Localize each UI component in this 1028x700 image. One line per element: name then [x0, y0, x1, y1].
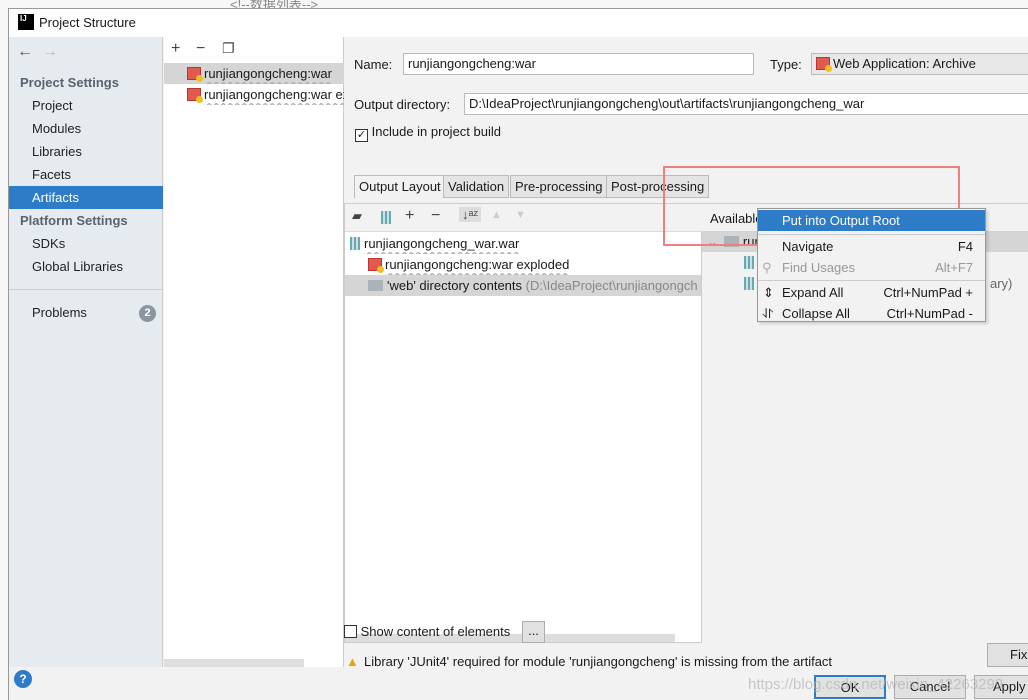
menu-item-find-usages[interactable]: ⚲ Find Usages Alt+F7 — [758, 257, 985, 278]
menu-item-put-into-output-root[interactable]: Put into Output Root — [758, 210, 985, 231]
tab-pre-processing[interactable]: Pre-processing — [510, 175, 608, 198]
menu-item-expand-all[interactable]: ⇕ Expand All Ctrl+NumPad + — [758, 282, 985, 303]
project-settings-header: Project Settings — [20, 75, 119, 90]
war-artifact-icon — [187, 67, 203, 82]
show-content-options-button[interactable]: ... — [522, 621, 545, 643]
problems-count-badge: 2 — [139, 305, 156, 322]
artifact-list: + − ❐ runjiangongcheng:war runjiangongch… — [164, 37, 344, 667]
remove-icon[interactable]: − — [431, 207, 440, 225]
name-label: Name: — [354, 57, 393, 72]
war-artifact-icon — [368, 258, 384, 273]
show-content-checkbox[interactable]: Show content of elements — [344, 624, 510, 639]
expand-all-icon: ⇕ — [763, 285, 774, 300]
artifact-item[interactable]: runjiangongcheng:war — [164, 63, 344, 84]
checkbox-unchecked-icon — [344, 625, 357, 638]
folder-icon — [368, 280, 383, 291]
collapse-all-icon: ⥯ — [763, 306, 773, 321]
problems-label: Problems — [32, 305, 87, 320]
tree-item[interactable]: runjiangongcheng_war.war — [345, 233, 701, 254]
artifact-item[interactable]: runjiangongcheng:war exploded — [164, 84, 344, 105]
project-structure-dialog: IJ Project Structure ← → Project Setting… — [8, 8, 1028, 700]
menu-item-collapse-all[interactable]: ⥯ Collapse All Ctrl+NumPad - — [758, 303, 985, 324]
help-button[interactable]: ? — [14, 670, 32, 688]
title-bar: IJ Project Structure — [9, 9, 1028, 37]
sidebar-item-global-libraries[interactable]: Global Libraries — [9, 255, 163, 278]
tab-output-layout[interactable]: Output Layout — [354, 175, 446, 198]
tree-item[interactable]: runjiangongcheng:war exploded — [345, 254, 701, 275]
archive-icon — [350, 237, 360, 250]
context-menu: Put into Output Root Navigate F4 ⚲ Find Us… — [757, 208, 986, 322]
include-in-build-checkbox[interactable]: ✓ Include in project build — [355, 124, 501, 142]
fix-button[interactable]: Fix... — [987, 643, 1028, 667]
output-directory-input[interactable]: D:\IdeaProject\runjiangongcheng\out\arti… — [464, 93, 1028, 115]
platform-settings-header: Platform Settings — [20, 213, 128, 228]
add-icon[interactable]: + — [171, 40, 180, 58]
sidebar: ← → Project Settings Project Modules Lib… — [9, 37, 163, 667]
create-archive-icon[interactable] — [381, 211, 391, 224]
war-artifact-icon — [816, 57, 832, 72]
horizontal-scrollbar[interactable] — [164, 659, 304, 667]
sidebar-item-facets[interactable]: Facets — [9, 163, 163, 186]
sidebar-item-modules[interactable]: Modules — [9, 117, 163, 140]
checkbox-checked-icon: ✓ — [355, 129, 368, 142]
move-up-icon[interactable]: ▲ — [491, 209, 502, 221]
war-artifact-icon — [187, 88, 203, 103]
output-directory-label: Output directory: — [354, 97, 451, 112]
tab-post-processing[interactable]: Post-processing — [606, 175, 710, 198]
sidebar-item-artifacts[interactable]: Artifacts — [9, 186, 163, 209]
warning-message: Library 'JUnit4' required for module 'ru… — [364, 654, 833, 669]
chevron-down-icon: ⌄ — [707, 234, 718, 249]
remove-icon[interactable]: − — [196, 40, 205, 58]
tab-validation[interactable]: Validation — [443, 175, 510, 198]
menu-item-navigate[interactable]: Navigate F4 — [758, 236, 985, 257]
sidebar-item-problems[interactable]: Problems 2 — [9, 301, 163, 324]
add-copy-icon[interactable]: + — [405, 207, 414, 225]
warning-icon: ▲ — [346, 654, 359, 669]
artifact-settings: Name: runjiangongcheng:war Type: Web App… — [344, 37, 1028, 669]
watermark: https://blog.csdn.net/weixin_42263299 — [748, 676, 1004, 693]
module-folder-icon — [723, 236, 739, 247]
name-input[interactable]: runjiangongcheng:war — [403, 53, 754, 75]
intellij-logo-icon: IJ — [18, 14, 34, 30]
sidebar-item-project[interactable]: Project — [9, 94, 163, 117]
output-layout-tree: ▰ + − ↓ᵃᶻ ▲ ▼ runjiangongcheng_war.war r… — [344, 203, 702, 643]
library-icon — [744, 256, 754, 269]
tree-item[interactable]: 'web' directory contents (D:\IdeaProject… — [345, 275, 701, 296]
type-select[interactable]: Web Application: Archive — [811, 53, 1028, 75]
back-arrow-icon[interactable]: ← — [17, 43, 33, 60]
type-label: Type: — [770, 57, 802, 72]
window-title: Project Structure — [39, 15, 136, 30]
copy-icon[interactable]: ❐ — [222, 40, 235, 57]
sidebar-item-libraries[interactable]: Libraries — [9, 140, 163, 163]
move-down-icon[interactable]: ▼ — [515, 209, 526, 221]
search-icon: ⚲ — [762, 260, 772, 275]
new-directory-icon[interactable]: ▰ — [352, 208, 362, 224]
forward-arrow-icon[interactable]: → — [42, 43, 58, 60]
sort-icon[interactable]: ↓ᵃᶻ — [459, 207, 481, 222]
library-icon — [744, 277, 754, 290]
sidebar-item-sdks[interactable]: SDKs — [9, 232, 163, 255]
